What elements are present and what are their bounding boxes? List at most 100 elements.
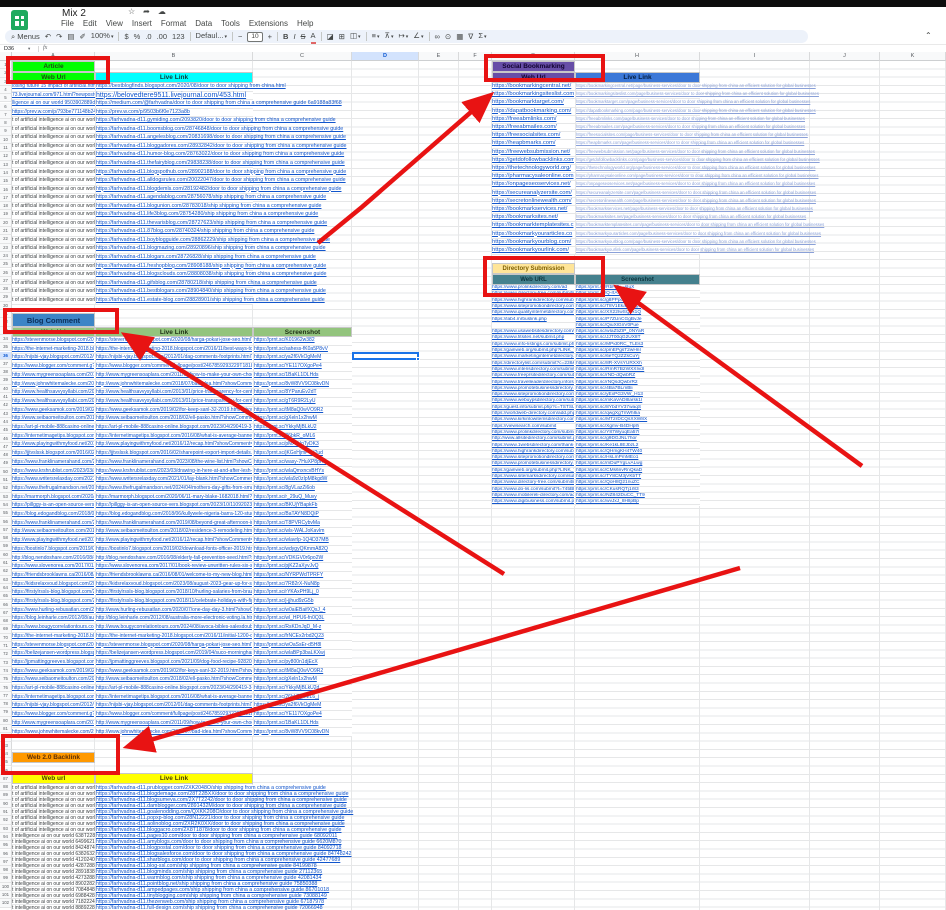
cell[interactable]: https://prnt.sc/BaTAYN8DQiP <box>254 511 351 520</box>
cell[interactable]: t of artificial intelligence ai on our w… <box>12 254 95 263</box>
row-header-79[interactable]: 79 <box>0 708 12 716</box>
row-header-77[interactable]: 77 <box>0 692 12 700</box>
row-header-63[interactable]: 63 <box>0 576 12 584</box>
functions-icon[interactable]: Σ▾ <box>478 29 486 44</box>
cell[interactable]: https://dapatbookmarking.com/page/busine… <box>576 108 811 116</box>
cell[interactable]: https://prnt.sc/r_29uQ_Muvy <box>254 494 351 503</box>
column-header-D[interactable]: D <box>352 52 419 61</box>
cell[interactable]: https://prnt.sc/pjKZ2aXyvJvQ <box>254 563 351 572</box>
row-header-50[interactable]: 50 <box>0 468 12 476</box>
cell[interactable]: https://prnt.sc/26bkR_oML6 <box>254 433 351 442</box>
table-row[interactable]: http://www.mygreensoaplara.com/2011http:… <box>12 720 352 729</box>
row-header-17[interactable]: 17 <box>0 194 12 202</box>
cell[interactable]: https://prnt.sc/RsKDnJqD_M-z <box>254 624 351 633</box>
merge-cells-icon[interactable]: ◫▾ <box>350 29 361 44</box>
row-header-69[interactable]: 69 <box>0 625 12 633</box>
row-header-35[interactable]: 35 <box>0 343 12 351</box>
cell[interactable]: https://farhvadna-d11.bloggadores.com/28… <box>96 143 426 152</box>
cell[interactable]: https://www.franklinamerahand.com/201 <box>12 520 94 529</box>
table-row[interactable]: https://www.slovenorea.com/2017/01/bhttp… <box>12 563 352 572</box>
cell[interactable]: https://prnt.sc/pMA-UgTyDK3 <box>254 441 351 450</box>
cell[interactable]: t of artificial intelligence ai on our w… <box>12 288 95 297</box>
table-row[interactable]: t of artificial intelligence ai on our w… <box>12 160 253 169</box>
table-row[interactable]: http://www.seibaomeitoulton.com/2018http… <box>12 415 352 424</box>
cell[interactable]: https://prnt.sc/1BaKL1DLHds <box>254 720 351 729</box>
cell[interactable]: https://secretonlinewealth.com/page/busi… <box>576 198 811 206</box>
format-currency-icon[interactable]: $ <box>124 30 128 43</box>
cell[interactable]: https://prnt.sc/YE117OXgoPe4 <box>254 363 351 372</box>
cell[interactable]: https://prnt.sc/gT6R9R2LyU <box>254 398 351 407</box>
cell[interactable]: https://prnt.sc/jKGxHjmPYd2ud <box>254 450 351 459</box>
row-header-34[interactable]: 34 <box>0 335 12 343</box>
row-header-98[interactable]: 98 <box>0 866 12 874</box>
row-header-89[interactable]: 89 <box>0 791 12 799</box>
cell[interactable]: https://jjtvslssk.blogspot.com/2016/02/s… <box>96 450 252 459</box>
cell[interactable]: https://blog.edogandblog.com/2018/06/ <box>12 511 94 520</box>
text-color-icon[interactable]: A <box>311 29 316 44</box>
table-row[interactable]: https://www.franklinamerahand.com/202htt… <box>12 459 352 468</box>
cell[interactable]: https://www.johnwhitemalecke.com/201 <box>12 729 94 738</box>
cell[interactable]: https://friendsbrooklawns.ca/2016/08/01/… <box>96 572 252 581</box>
cell[interactable]: https://www.geeksamok.com/2019/02/9 <box>12 668 94 677</box>
row-header-64[interactable]: 64 <box>0 584 12 592</box>
row-header-49[interactable]: 49 <box>0 459 12 467</box>
row-header-100[interactable]: 100 <box>0 883 12 891</box>
row-header-30[interactable]: 30 <box>0 302 12 310</box>
row-header-20[interactable]: 20 <box>0 219 12 227</box>
cell[interactable]: https://heapbmarks.com/ <box>492 140 574 148</box>
cell[interactable]: https://pillggy-is-an-open-source-vers.b… <box>96 502 252 511</box>
table-row[interactable]: https://jpmattinggreeves.blogspot.com/2h… <box>12 659 352 668</box>
cell[interactable]: https://belizejansen-wordpress.blogspot.… <box>96 650 252 659</box>
row-header-16[interactable]: 16 <box>0 186 12 194</box>
table-row[interactable]: http://blog.nendoshare.com/2016/08/elhtt… <box>12 555 352 564</box>
cell[interactable]: https://bookmarkyourlink.com/ <box>492 247 574 255</box>
cell[interactable]: https://farhvadna-d11.blogars.com/287268… <box>96 254 426 263</box>
cell[interactable]: https://www.writersrelaxday.com/2021/0 <box>12 476 94 485</box>
cell[interactable]: https://www.blogger.com/comment.g?bl <box>12 363 94 372</box>
row-header-44[interactable]: 44 <box>0 418 12 426</box>
cell[interactable]: https://belovedtere9511.livejournal.com/… <box>96 92 426 101</box>
cell[interactable]: http://blog.leinharle.com/2012/08/austra… <box>96 615 252 624</box>
row-header-68[interactable]: 68 <box>0 617 12 625</box>
cell[interactable]: https://bookmarktemplatesites.c <box>492 222 574 230</box>
cell[interactable]: https://bookmarktarget.com/ <box>492 99 574 107</box>
cell[interactable]: https://bookmarkservices.net/page/busine… <box>576 206 811 214</box>
cell[interactable]: https://freewebsubmission.net/ <box>492 149 574 157</box>
cell[interactable]: t of artificial intelligence ai on our w… <box>12 134 95 143</box>
cell[interactable]: https://prnt.sc/wl_HPU6-fn0Q3L <box>254 615 351 624</box>
table-row[interactable]: http://www.playingwithmyfood.net/2016htt… <box>12 441 352 450</box>
cell[interactable]: t of artificial intelligence ai on our w… <box>12 117 95 126</box>
cell[interactable]: https://www.geeksamok.com/2019/02/for-ke… <box>96 668 252 677</box>
table-row[interactable]: t of artificial intelligence ai on our w… <box>12 297 253 306</box>
more-formats-icon[interactable]: 123 <box>172 30 185 43</box>
cell[interactable]: https://prnt.sc/wlavrlp-1Q4D37MB <box>254 537 351 546</box>
cell[interactable]: https://farhvadna-d11.life3blog.com/2875… <box>96 211 426 220</box>
table-row[interactable]: https://secureanalyzersite.com/https://s… <box>492 190 700 198</box>
cell[interactable]: https://prnt.sc/wvJxJ_8HlIpBp <box>576 499 699 505</box>
cell[interactable]: https://www.thefrugalmandson.net/2024/04… <box>96 485 252 494</box>
cell[interactable]: http://www.seibaomeitoulton.com/2018 <box>12 528 94 537</box>
cell[interactable]: https://farhvadna-d11.agendablog.com/287… <box>96 194 426 203</box>
cell[interactable]: https://prnt.sc/wlaQmxncvBHYs <box>254 468 351 477</box>
cell[interactable]: t of artificial intelligence ai on our w… <box>12 186 95 195</box>
row-header-76[interactable]: 76 <box>0 684 12 692</box>
cell[interactable]: https://prev.w.com/p/9503b6f0e7123a8b <box>96 109 426 118</box>
cell[interactable]: https://www.slovenorea.com/2017/01/book-… <box>96 563 252 572</box>
cell[interactable]: https://farhvadna-d11.blogspothub.com/28… <box>96 169 426 178</box>
table-row[interactable]: t of artificial intelligence ai on our w… <box>12 245 253 254</box>
table-row[interactable]: t intelligence ai on our world 88892284h… <box>12 905 253 910</box>
table-row[interactable]: https://jjtvslssk.blogspot.com/2016/02/s… <box>12 450 352 459</box>
table-row[interactable]: t of artificial intelligence ai on our w… <box>12 254 253 263</box>
menu-tools[interactable]: Tools <box>221 19 240 28</box>
row-header-61[interactable]: 61 <box>0 559 12 567</box>
cell[interactable]: https://bookmarkyourarticles.co <box>492 231 574 239</box>
cell[interactable]: t of artificial intelligence ai on our w… <box>12 237 95 246</box>
table-row[interactable]: t of artificial intelligence ai on our w… <box>12 280 253 289</box>
table-row[interactable]: https://bostinlo7.blogspot.com/2019/02ht… <box>12 546 352 555</box>
cell[interactable]: https://farhvadna-d11.bestblogars.com/28… <box>96 288 426 297</box>
cell[interactable]: http://www.playingwithmyfood.net/2016 <box>12 537 94 546</box>
cell[interactable]: https://prnt.sc/frNCEx2rbd2Q23 <box>254 633 351 642</box>
insert-link-icon[interactable]: ∞ <box>435 30 440 43</box>
cell[interactable]: https://freeabmailes.com/page/business-s… <box>576 124 811 132</box>
cell[interactable]: https://prnt.sc/1BaKL1DLHds <box>254 372 351 381</box>
